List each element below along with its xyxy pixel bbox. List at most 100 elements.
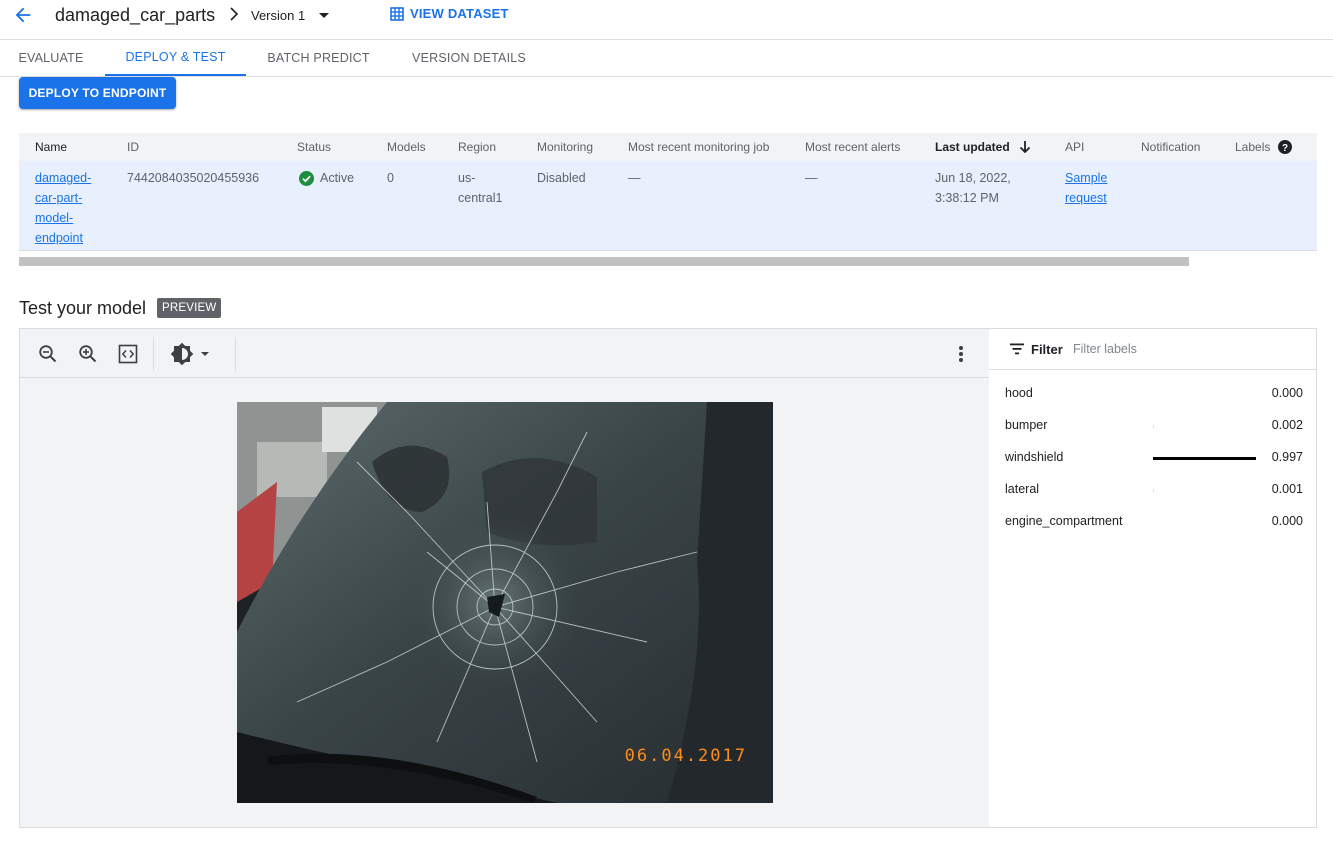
- models-count: 0: [387, 171, 394, 185]
- image-viewer: 06.04.2017: [19, 328, 990, 828]
- column-header-monitoring-job[interactable]: Most recent monitoring job: [628, 133, 769, 161]
- column-header-models[interactable]: Models: [387, 133, 426, 161]
- sample-request-line[interactable]: Sample: [1065, 171, 1107, 185]
- zoom-out-icon: [39, 345, 57, 363]
- caret-down-icon: [201, 352, 209, 356]
- endpoints-table: Name ID Status Models Region Monitoring …: [19, 133, 1317, 251]
- check-circle-icon: [299, 170, 314, 186]
- cracked-windshield-image: [237, 402, 773, 803]
- toolbar-divider: [235, 337, 236, 371]
- prediction-label: windshield: [1005, 450, 1064, 464]
- filter-icon[interactable]: [1009, 342, 1025, 356]
- zoom-out-button[interactable]: [36, 342, 60, 366]
- fit-to-screen-button[interactable]: [116, 342, 140, 366]
- confidence-bar: [1153, 489, 1154, 492]
- sort-arrow-down-icon: [1019, 141, 1030, 154]
- confidence-bar: [1153, 457, 1256, 460]
- filter-label: Filter: [1031, 342, 1063, 357]
- column-header-region[interactable]: Region: [458, 133, 496, 161]
- prediction-label: bumper: [1005, 418, 1048, 432]
- more-options-button[interactable]: [949, 342, 973, 366]
- sample-request-link[interactable]: Sample request: [1065, 168, 1107, 208]
- prediction-row: engine_compartment 0.000: [989, 506, 1316, 538]
- viewer-toolbar: [20, 329, 989, 378]
- endpoint-id: 7442084035020455936: [127, 171, 260, 185]
- horizontal-scrollbar[interactable]: [19, 257, 1189, 266]
- prediction-score: 0.002: [1271, 418, 1303, 432]
- confidence-bar: [1153, 425, 1154, 428]
- prediction-label: lateral: [1005, 482, 1040, 496]
- prediction-row: bumper 0.002: [989, 410, 1316, 442]
- view-dataset-label: VIEW DATASET: [410, 6, 509, 21]
- endpoint-name-line[interactable]: endpoint: [35, 231, 83, 245]
- table-row[interactable]: damaged- car-part- model- endpoint 74420…: [19, 161, 1317, 251]
- region-line: us-: [458, 171, 476, 185]
- endpoint-name-line[interactable]: car-part-: [35, 191, 82, 205]
- status-cell: Active: [299, 168, 354, 188]
- filter-labels-input[interactable]: [1073, 339, 1273, 359]
- endpoint-name-line[interactable]: model-: [35, 211, 73, 225]
- column-header-notification[interactable]: Notification: [1141, 133, 1200, 161]
- column-header-name[interactable]: Name: [35, 133, 67, 161]
- tab-version-details[interactable]: VERSION DETAILS: [396, 40, 542, 76]
- column-header-monitoring[interactable]: Monitoring: [537, 133, 593, 161]
- region-cell: us- central1: [458, 168, 502, 208]
- last-updated-line: 3:38:12 PM: [935, 191, 999, 205]
- version-dropdown[interactable]: Version 1: [251, 5, 330, 25]
- prediction-label: engine_compartment: [1005, 514, 1123, 528]
- last-updated-cell: Jun 18, 2022, 3:38:12 PM: [935, 168, 1011, 208]
- column-header-api[interactable]: API: [1065, 133, 1084, 161]
- toolbar-divider: [153, 337, 154, 371]
- zoom-in-icon: [79, 345, 97, 363]
- more-vert-icon: [959, 346, 963, 362]
- column-header-alerts[interactable]: Most recent alerts: [805, 133, 900, 161]
- test-image: 06.04.2017: [237, 402, 773, 803]
- view-dataset-button[interactable]: VIEW DATASET: [390, 6, 509, 21]
- help-icon[interactable]: ?: [1278, 140, 1293, 154]
- recent-alerts: —: [805, 171, 818, 185]
- preview-badge: PREVIEW: [157, 298, 222, 318]
- fit-screen-icon: [118, 344, 138, 364]
- brightness-menu-button[interactable]: [170, 342, 216, 366]
- prediction-score: 0.000: [1271, 514, 1303, 528]
- sample-request-line[interactable]: request: [1065, 191, 1107, 205]
- tab-deploy-test[interactable]: DEPLOY & TEST: [105, 40, 246, 76]
- region-line: central1: [458, 191, 503, 205]
- tab-evaluate[interactable]: EVALUATE: [0, 40, 102, 76]
- caret-down-icon: [319, 12, 330, 18]
- prediction-score: 0.001: [1271, 482, 1303, 496]
- column-header-status[interactable]: Status: [297, 133, 331, 161]
- prediction-row: lateral 0.001: [989, 474, 1316, 506]
- column-header-labels[interactable]: Labels ?: [1235, 133, 1293, 161]
- column-header-last-updated-label: Last updated: [935, 140, 1010, 154]
- column-header-labels-label: Labels: [1235, 140, 1271, 154]
- deploy-to-endpoint-button[interactable]: DEPLOY TO ENDPOINT: [19, 77, 176, 109]
- prediction-label: hood: [1005, 386, 1033, 400]
- tab-bar: EVALUATE DEPLOY & TEST BATCH PREDICT VER…: [0, 40, 1333, 77]
- endpoint-name-line[interactable]: damaged-: [35, 171, 91, 185]
- filter-bar: Filter: [989, 329, 1316, 370]
- brightness-icon: [170, 342, 194, 366]
- monitoring-status: Disabled: [537, 171, 586, 185]
- back-arrow-icon[interactable]: [12, 4, 34, 26]
- page-title: damaged_car_parts: [55, 5, 216, 25]
- prediction-row: windshield 0.997: [989, 442, 1316, 474]
- version-label: Version 1: [251, 7, 306, 23]
- photo-date-stamp: 06.04.2017: [624, 746, 747, 766]
- chevron-right-icon: [230, 7, 239, 21]
- top-header: damaged_car_parts Version 1 VIEW DATASET: [0, 0, 1333, 40]
- endpoint-name-link[interactable]: damaged- car-part- model- endpoint: [35, 168, 91, 248]
- prediction-score: 0.997: [1271, 450, 1303, 464]
- prediction-score: 0.000: [1271, 386, 1303, 400]
- prediction-row: hood 0.000: [989, 378, 1316, 410]
- svg-text:?: ?: [1282, 143, 1288, 154]
- predictions-panel: Filter hood 0.000 bumper 0.002 windshiel…: [989, 328, 1317, 828]
- grid-icon: [390, 6, 404, 21]
- tab-batch-predict[interactable]: BATCH PREDICT: [250, 40, 387, 76]
- column-header-id[interactable]: ID: [127, 133, 139, 161]
- zoom-in-button[interactable]: [76, 342, 100, 366]
- section-title: Test your model: [19, 298, 147, 318]
- status-text: Active: [320, 171, 355, 185]
- monitoring-job: —: [628, 171, 641, 185]
- column-header-last-updated[interactable]: Last updated: [935, 133, 1032, 161]
